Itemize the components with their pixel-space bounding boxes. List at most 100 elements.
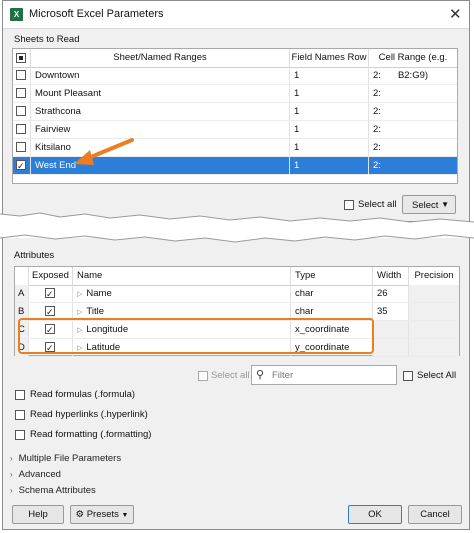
read-formatting-label[interactable]: Read formatting (.formatting) (30, 429, 151, 440)
attribute-width[interactable] (373, 321, 409, 338)
col-precision[interactable]: Precision (409, 267, 459, 285)
multiple-file-parameters-section[interactable]: › Multiple File Parameters (10, 453, 121, 464)
sheet-field-row[interactable]: 1 (290, 139, 369, 156)
sheet-cell-range[interactable]: 2: (369, 103, 457, 120)
attributes-section-label: Attributes (14, 250, 55, 261)
expand-arrow-icon: › (10, 486, 13, 495)
annotation-arrow (74, 138, 134, 165)
attribute-precision (409, 303, 459, 320)
title-bar: X Microsoft Excel Parameters ✕ (3, 1, 469, 29)
sheet-checkbox[interactable] (16, 70, 26, 80)
attribute-precision (409, 285, 459, 302)
chevron-down-icon: ▼ (121, 512, 129, 519)
attribute-width[interactable]: 26 (373, 285, 409, 302)
advanced-label: Advanced (18, 469, 61, 480)
sheet-row[interactable]: Mount Pleasant 1 2: (13, 85, 457, 103)
attribute-name: Name (86, 288, 112, 299)
sheet-cell-range[interactable]: 2: (369, 67, 457, 84)
presets-button[interactable]: ⚙ Presets ▼ (70, 505, 134, 524)
torn-edge-bottom (0, 226, 474, 243)
ok-button[interactable]: OK (348, 505, 402, 524)
sheet-row-checkbox-cell[interactable] (13, 139, 31, 156)
expand-arrow-icon: › (10, 470, 13, 479)
select-all-attributes-checkbox[interactable] (403, 371, 413, 381)
sheet-field-row[interactable]: 1 (290, 85, 369, 102)
read-hyperlinks-label[interactable]: Read hyperlinks (.hyperlink) (30, 409, 148, 420)
col-width[interactable]: Width (373, 267, 409, 285)
close-icon[interactable]: ✕ (449, 5, 462, 23)
read-hyperlinks-checkbox[interactable] (15, 410, 25, 420)
sheet-field-row[interactable]: 1 (290, 121, 369, 138)
attributes-table-header: Exposed Name Type Width Precision (15, 267, 459, 286)
exposed-checkbox[interactable] (45, 304, 55, 320)
attribute-precision (409, 321, 459, 338)
sheet-field-row[interactable]: 1 (290, 157, 369, 174)
exposed-cell[interactable] (29, 285, 73, 302)
sheet-checkbox[interactable] (16, 124, 26, 134)
expand-triangle-icon[interactable]: ▷ (77, 291, 82, 298)
header-select-all-checkbox[interactable] (13, 49, 31, 67)
col-name[interactable]: Name (73, 267, 291, 285)
filter-input[interactable]: ⚲ Filter (251, 365, 397, 385)
sheet-field-row[interactable]: 1 (290, 67, 369, 84)
attribute-type[interactable]: char (291, 285, 373, 302)
col-sheet-name[interactable]: Sheet/Named Ranges (31, 49, 290, 67)
sheet-name[interactable]: Strathcona (31, 103, 290, 120)
sheet-row-checkbox-cell[interactable] (13, 121, 31, 138)
attribute-row[interactable]: A ▷ Name char26 (15, 285, 459, 303)
attribute-name-cell[interactable]: ▷ Name (73, 285, 291, 302)
sheet-field-row[interactable]: 1 (290, 103, 369, 120)
presets-label: Presets (86, 509, 119, 520)
attribute-precision (409, 339, 459, 356)
row-letter: A (15, 285, 29, 302)
sheets-section-label: Sheets to Read (14, 34, 80, 45)
expand-arrow-icon: › (10, 454, 13, 463)
sheet-name[interactable]: Mount Pleasant (31, 85, 290, 102)
sheet-row-checkbox-cell[interactable] (13, 67, 31, 84)
excel-icon: X (10, 8, 23, 21)
schema-attributes-label: Schema Attributes (18, 485, 96, 496)
sheets-table-header: Sheet/Named Ranges Field Names Row Cell … (13, 49, 457, 81)
sheet-cell-range[interactable]: 2: (369, 85, 457, 102)
col-exposed[interactable]: Exposed (29, 267, 73, 285)
sheet-cell-range[interactable]: 2: (369, 157, 457, 174)
select-all-disabled-label: Select all (211, 370, 250, 381)
annotation-highlight-box (18, 318, 374, 354)
sheet-row-checkbox-cell[interactable] (13, 103, 31, 120)
cancel-button[interactable]: Cancel (408, 505, 462, 524)
sheet-checkbox[interactable] (16, 158, 26, 174)
read-formulas-label[interactable]: Read formulas (.formula) (30, 389, 135, 400)
header-checkbox[interactable] (16, 53, 26, 63)
sheet-checkbox[interactable] (16, 142, 26, 152)
read-formulas-checkbox[interactable] (15, 390, 25, 400)
attribute-width[interactable] (373, 339, 409, 356)
sheet-checkbox[interactable] (16, 88, 26, 98)
sheet-row[interactable]: Strathcona 1 2: (13, 103, 457, 121)
gear-icon: ⚙ (75, 509, 85, 520)
sheet-row-checkbox-cell[interactable] (13, 157, 31, 174)
read-formatting-checkbox[interactable] (15, 430, 25, 440)
window-title: Microsoft Excel Parameters (29, 8, 164, 20)
filter-placeholder: Filter (272, 370, 294, 381)
advanced-section[interactable]: › Advanced (10, 469, 61, 480)
col-cell-range[interactable]: Cell Range (e.g. B2:G9) (369, 49, 457, 81)
sheet-row-checkbox-cell[interactable] (13, 85, 31, 102)
multiple-file-parameters-label: Multiple File Parameters (18, 453, 122, 464)
select-all-attributes-label[interactable]: Select All (417, 370, 456, 381)
col-field-names-row[interactable]: Field Names Row (290, 49, 369, 67)
sheet-checkbox[interactable] (16, 106, 26, 116)
col-type[interactable]: Type (291, 267, 373, 285)
select-all-disabled-checkbox (198, 371, 208, 381)
schema-attributes-section[interactable]: › Schema Attributes (10, 485, 96, 496)
search-icon: ⚲ (256, 369, 265, 381)
sheet-cell-range[interactable]: 2: (369, 121, 457, 138)
expand-triangle-icon[interactable]: ▷ (77, 309, 82, 316)
attribute-name: Title (86, 306, 104, 317)
sheet-name[interactable]: Downtown (31, 67, 290, 84)
attribute-width[interactable]: 35 (373, 303, 409, 320)
exposed-checkbox[interactable] (45, 286, 55, 302)
help-button[interactable]: Help (12, 505, 64, 524)
sheet-cell-range[interactable]: 2: (369, 139, 457, 156)
sheet-row[interactable]: Downtown 1 2: (13, 67, 457, 85)
col-row-letter (15, 267, 29, 285)
